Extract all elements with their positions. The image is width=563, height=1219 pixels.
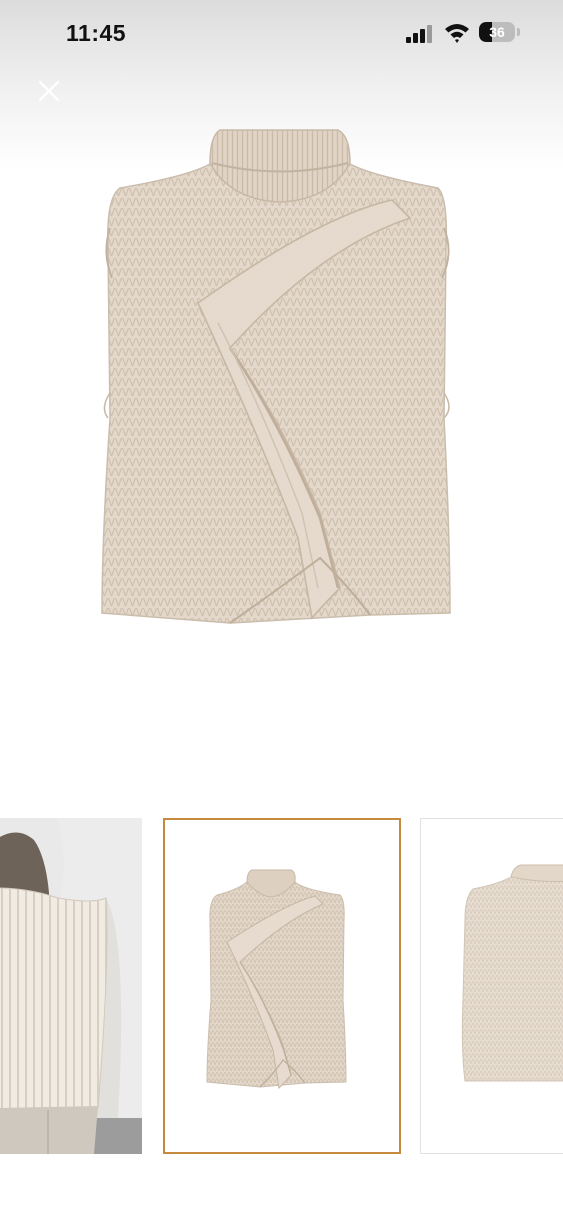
battery-level-text: 36 — [489, 24, 505, 40]
vest-front-thumbnail-image — [206, 869, 347, 1090]
battery-icon: 36 — [479, 22, 523, 44]
thumbnail-strip — [0, 815, 563, 1157]
model-back-view-image — [0, 818, 142, 1154]
vest-back-thumbnail-image — [461, 864, 563, 1082]
main-product-image[interactable] — [80, 118, 480, 638]
thumbnail-3[interactable] — [420, 818, 563, 1154]
status-time: 11:45 — [66, 20, 127, 46]
signal-icon — [406, 25, 432, 43]
status-bar: 11:45 36 — [0, 0, 563, 66]
thumbnail-2-selected[interactable] — [163, 818, 401, 1154]
thumbnail-1[interactable] — [0, 818, 142, 1154]
close-icon[interactable] — [34, 76, 64, 106]
wifi-icon — [445, 24, 469, 43]
